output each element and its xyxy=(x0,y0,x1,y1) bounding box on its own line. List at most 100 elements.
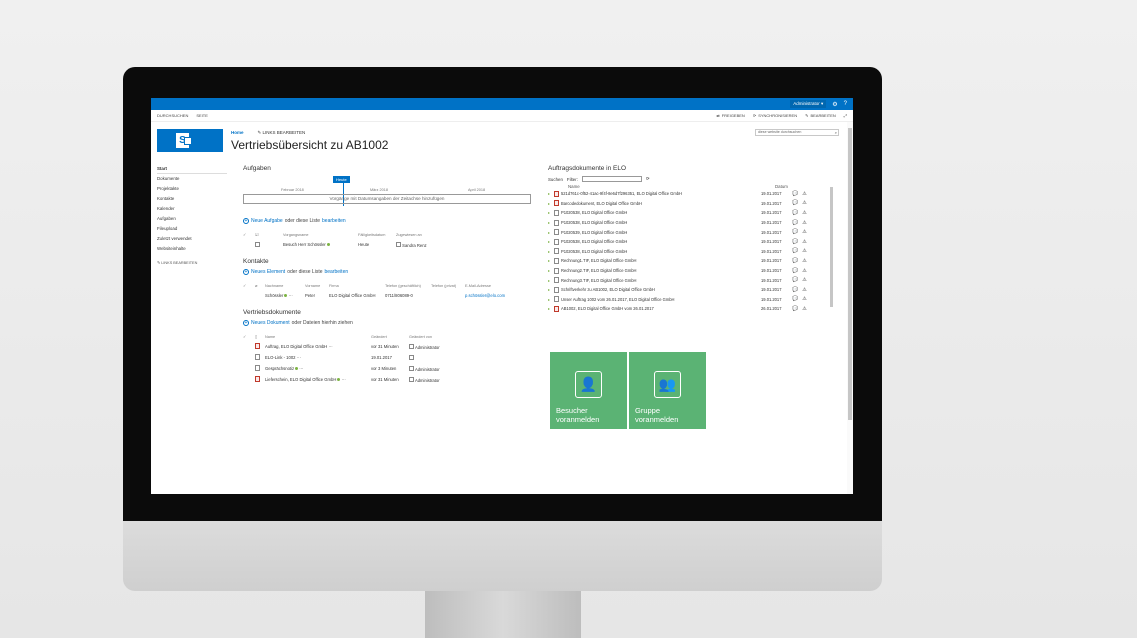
column-header[interactable]: Vorgangsname xyxy=(283,230,358,239)
nav-item-fileupload[interactable]: Fileupload xyxy=(157,224,227,234)
page-scrollbar-thumb[interactable] xyxy=(848,128,852,420)
elo-document-row[interactable]: ▸ Unser Auftrag 1002 vom 26.01.2017, ELO … xyxy=(548,295,834,305)
elo-document-name[interactable]: Unser Auftrag 1002 vom 26.01.2017, ELO D… xyxy=(561,297,761,302)
nav-item-aufgaben[interactable]: Aufgaben xyxy=(157,214,227,224)
refresh-icon[interactable]: ⟳ xyxy=(646,176,650,182)
elo-document-name[interactable]: P1020538, ELO Digital Office GmbH xyxy=(561,239,761,244)
tile-besucher-voranmelden[interactable]: 👤 Besucher voranmelden xyxy=(550,352,627,429)
elo-document-row[interactable]: ▸ P1020538, ELO Digital Office GmbH 19.01.… xyxy=(548,218,834,228)
elo-document-name[interactable]: P1020539, ELO Digital Office GmbH xyxy=(561,230,761,235)
table-row[interactable]: Besuch Herr Schössler Heute Sandra Renz xyxy=(243,239,431,250)
column-header[interactable]: Telefon (privat) xyxy=(431,281,465,290)
elo-document-row[interactable]: ▸ P1020538, ELO Digital Office GmbH 19.01.… xyxy=(548,237,834,247)
elo-document-name[interactable]: Schriftverkehr zu AB1002, ELO Digital Of… xyxy=(561,287,761,292)
workflow-icon[interactable]: ⚠ xyxy=(800,191,809,197)
comment-icon[interactable]: 💬 xyxy=(791,210,800,216)
workflow-icon[interactable]: ⚠ xyxy=(800,287,809,293)
sync-button[interactable]: ⟳ SYNCHRONISIEREN xyxy=(753,113,797,118)
column-header[interactable]: Name xyxy=(265,332,371,341)
document-author[interactable]: Administrator xyxy=(415,378,440,383)
elo-filter-input[interactable] xyxy=(581,176,642,182)
comment-icon[interactable]: 💬 xyxy=(791,277,800,283)
ellipsis-icon[interactable]: ··· xyxy=(297,355,301,360)
nav-item-start[interactable]: Start xyxy=(157,164,227,174)
ellipsis-icon[interactable]: ··· xyxy=(342,377,346,382)
comment-icon[interactable]: 💬 xyxy=(791,296,800,302)
elo-document-row[interactable]: ▸ Rechnung2.TIF, ELO Digital Office GmbH 1… xyxy=(548,266,834,276)
edit-links-nav[interactable]: ✎ LINKS BEARBEITEN xyxy=(157,258,227,268)
comment-icon[interactable]: 💬 xyxy=(791,220,800,226)
elo-document-row[interactable]: ▸ AB1002, ELO Digital Office GmbH vom 26.… xyxy=(548,304,834,314)
comment-icon[interactable]: 💬 xyxy=(791,306,800,312)
column-header[interactable]: Nachname xyxy=(265,281,305,290)
elo-document-name[interactable]: Rechnung2.TIF, ELO Digital Office GmbH xyxy=(561,268,761,273)
workflow-icon[interactable]: ⚠ xyxy=(800,306,809,312)
plus-icon[interactable]: + xyxy=(243,218,249,224)
edit-task-list-link[interactable]: bearbeiten xyxy=(322,218,346,224)
aufgaben-title[interactable]: Aufgaben xyxy=(243,165,533,172)
column-header[interactable]: E-Mail-Adresse xyxy=(465,281,509,290)
nav-item-websiteinhalte[interactable]: Websiteinhalte xyxy=(157,244,227,254)
column-header[interactable]: Zugewiesen an xyxy=(396,230,431,239)
tile-gruppe-voranmelden[interactable]: 👥 Gruppe voranmelden xyxy=(629,352,706,429)
elo-scrollbar-thumb[interactable] xyxy=(830,187,833,307)
column-header[interactable]: Fälligkeitsdatum xyxy=(358,230,396,239)
workflow-icon[interactable]: ⚠ xyxy=(800,229,809,235)
elo-document-row[interactable]: ▸ P1020539, ELO Digital Office GmbH 19.01.… xyxy=(548,227,834,237)
workflow-icon[interactable]: ⚠ xyxy=(800,258,809,264)
plus-icon[interactable]: + xyxy=(243,269,249,275)
elo-document-name[interactable]: Rechnung1.TIF, ELO Digital Office GmbH xyxy=(561,258,761,263)
elo-col-name[interactable]: Name xyxy=(568,184,775,189)
search-icon[interactable]: ⌕ xyxy=(835,130,837,135)
workflow-icon[interactable]: ⚠ xyxy=(800,220,809,226)
comment-icon[interactable]: 💬 xyxy=(791,248,800,254)
elo-document-name[interactable]: AB1002, ELO Digital Office GmbH vom 26.0… xyxy=(561,306,761,311)
column-header[interactable]: Firma xyxy=(329,281,385,290)
elo-document-row[interactable]: ▸ Rechnung1.TIF, ELO Digital Office GmbH 1… xyxy=(548,256,834,266)
elo-document-row[interactable]: ▸ P1020538, ELO Digital Office GmbH 19.01.… xyxy=(548,247,834,257)
elo-document-row[interactable]: ▸ Schriftverkehr zu AB1002, ELO Digital O… xyxy=(548,285,834,295)
workflow-icon[interactable]: ⚠ xyxy=(800,277,809,283)
nav-item-kontakte[interactable]: Kontakte xyxy=(157,194,227,204)
edit-contact-list-link[interactable]: bearbeiten xyxy=(325,269,349,275)
contact-email[interactable]: p.schössler@elo.com xyxy=(465,290,509,301)
document-author[interactable]: Administrator xyxy=(415,367,440,372)
document-name[interactable]: Lieferschein, ELO Digital Office GmbH xyxy=(265,377,336,382)
comment-icon[interactable]: 💬 xyxy=(791,268,800,274)
comment-icon[interactable]: 💬 xyxy=(791,287,800,293)
document-name[interactable]: ELO-Link - 1002 xyxy=(265,355,296,360)
user-menu[interactable]: Administrator ▾ xyxy=(790,100,827,108)
kontakte-title[interactable]: Kontakte xyxy=(243,258,533,265)
elo-document-name[interactable]: Rechnung3.TIF, ELO Digital Office GmbH xyxy=(561,278,761,283)
task-assigned[interactable]: Sandra Renz xyxy=(402,243,426,248)
elo-document-row[interactable]: ▸ Barcodedokument, ELO Digital Office Gmb… xyxy=(548,199,834,209)
table-row[interactable]: Auftrag, ELO Digital Office GmbH ··· vor… xyxy=(243,341,444,352)
workflow-icon[interactable]: ⚠ xyxy=(800,296,809,302)
focus-icon[interactable]: ⤢ xyxy=(844,113,847,118)
nav-item-kalender[interactable]: Kalender xyxy=(157,204,227,214)
table-row[interactable]: Gesprächsnotiz ··· vor 3 Minuten Adminis… xyxy=(243,363,444,374)
tab-seite[interactable]: SEITE xyxy=(196,113,208,118)
column-header[interactable]: Geändert von xyxy=(409,332,444,341)
new-document-link[interactable]: Neues Dokument xyxy=(251,320,290,326)
elo-document-name[interactable]: P1020538, ELO Digital Office GmbH xyxy=(561,210,761,215)
home-link[interactable]: Home xyxy=(231,130,244,136)
document-author[interactable]: Administrator xyxy=(415,345,440,350)
gear-icon[interactable]: ⚙ xyxy=(832,101,837,108)
workflow-icon[interactable]: ⚠ xyxy=(800,248,809,254)
elo-document-name[interactable]: 521d761c-0f52-41ac-9f4f-8e6d7f296351, EL… xyxy=(561,191,761,196)
elo-scrollbar[interactable] xyxy=(829,177,834,322)
nav-item-zuletzt[interactable]: Zuletzt verwendet xyxy=(157,234,227,244)
plus-icon[interactable]: + xyxy=(243,320,249,326)
elo-document-name[interactable]: P1020538, ELO Digital Office GmbH xyxy=(561,249,761,254)
table-row[interactable]: Schössler ··· Peter ELO Digital Office G… xyxy=(243,290,509,301)
elo-col-date[interactable]: Datum xyxy=(775,184,788,189)
workflow-icon[interactable]: ⚠ xyxy=(800,239,809,245)
ellipsis-icon[interactable]: ··· xyxy=(289,293,293,298)
column-header[interactable]: Vorname xyxy=(305,281,329,290)
vertrieb-title[interactable]: Vertriebsdokumente xyxy=(243,309,533,316)
sharepoint-logo[interactable]: S xyxy=(157,129,223,152)
elo-document-row[interactable]: ▸ 521d761c-0f52-41ac-9f4f-8e6d7f296351, E… xyxy=(548,189,834,199)
task-name[interactable]: Besuch Herr Schössler xyxy=(283,242,326,247)
comment-icon[interactable]: 💬 xyxy=(791,229,800,235)
